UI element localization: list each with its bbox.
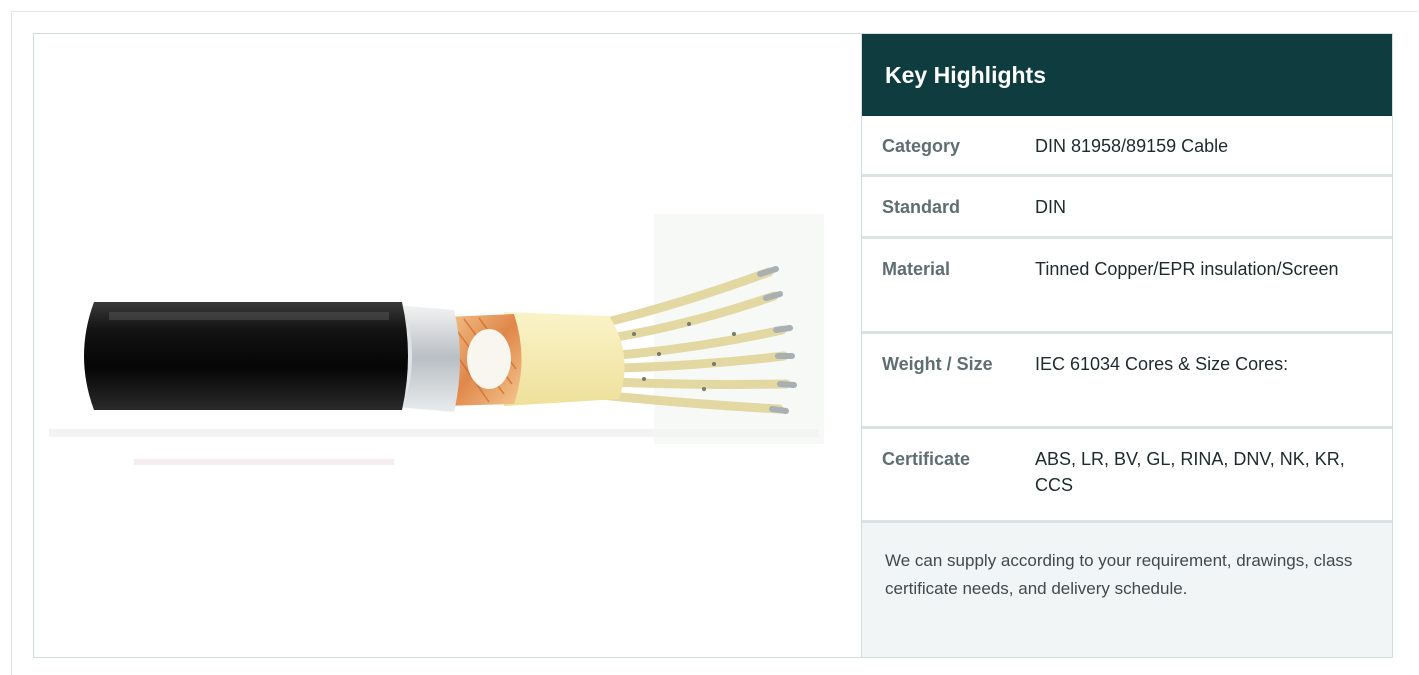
spec-label: Standard [882,197,961,217]
spec-value: IEC 61034 Cores & Size Cores: [1035,354,1289,374]
highlights-header: Key Highlights [862,34,1392,116]
spec-row-weight-size: Weight / Size IEC 61034 Cores & Size Cor… [862,334,1392,429]
spec-label: Certificate [882,449,971,469]
product-card: Key Highlights Category DIN 81958/89159 … [33,33,1393,658]
cable-illustration [49,214,824,465]
spec-value: Tinned Copper/EPR insulation/Screen [1035,259,1339,279]
spec-value: DIN 81958/89159 Cable [1035,136,1229,156]
spec-row-category: Category DIN 81958/89159 Cable [862,116,1392,177]
spec-row-material: Material Tinned Copper/EPR insulation/Sc… [862,239,1392,334]
spec-value: DIN [1035,197,1066,217]
spec-value: ABS, LR, BV, GL, RINA, DNV, NK, KR, CCS [1035,449,1345,495]
product-image [34,34,862,657]
key-highlights-panel: Key Highlights Category DIN 81958/89159 … [862,34,1392,657]
highlights-title: Key Highlights [885,61,1047,88]
spec-row-certificate: Certificate ABS, LR, BV, GL, RINA, DNV, … [862,429,1392,523]
spec-label: Weight / Size [882,354,993,374]
supply-note: We can supply according to your requirem… [862,523,1392,657]
spec-row-standard: Standard DIN [862,177,1392,239]
spec-label: Category [882,136,961,156]
spec-label: Material [882,259,951,279]
